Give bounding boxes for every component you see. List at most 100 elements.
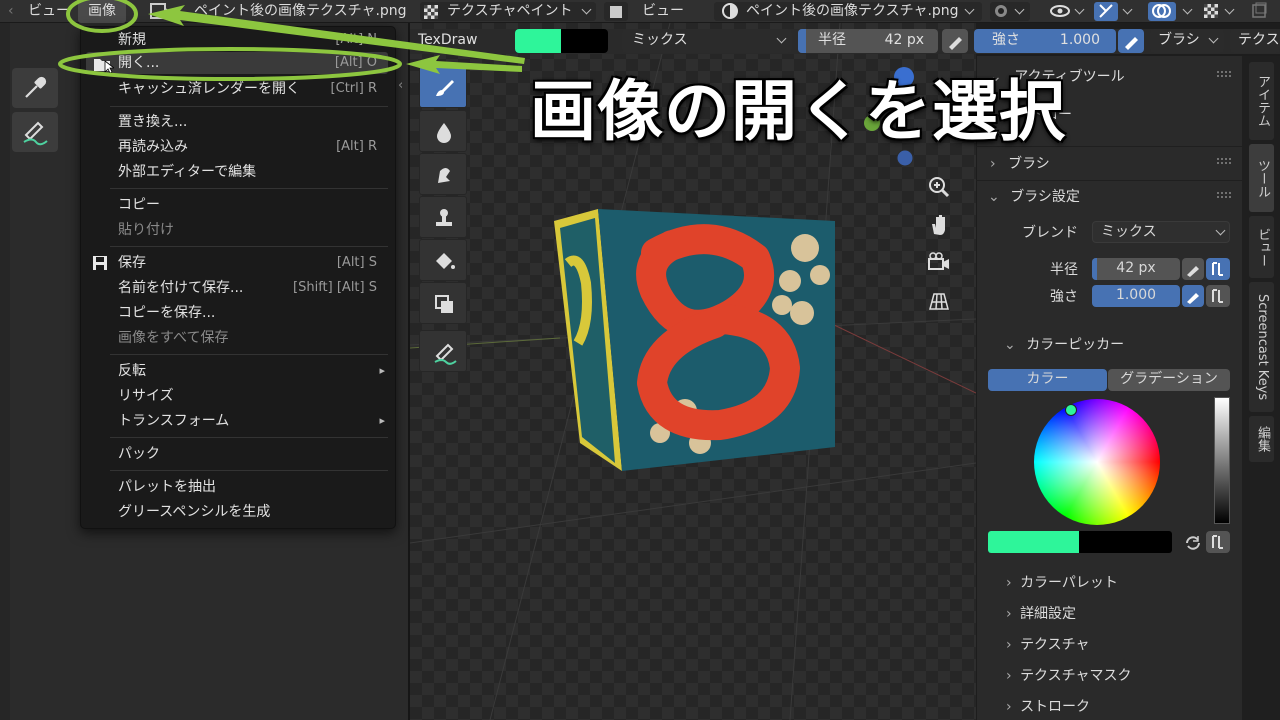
panel-texture[interactable]: › テクスチャ	[1006, 634, 1090, 654]
strength-pressure-sidebar[interactable]	[1182, 285, 1204, 307]
menu-item-new[interactable]: 新規 [Alt] N	[118, 29, 388, 51]
color-unified-toggle[interactable]	[1206, 531, 1230, 553]
strength-value-sidebar: 1.000	[1115, 287, 1157, 303]
stamp-icon	[436, 209, 452, 226]
menu-item-save-copy[interactable]: コピーを保存...	[118, 302, 388, 324]
menu-item-generate-grease-pencil[interactable]: グリースペンシルを生成	[118, 501, 388, 523]
primary-color-swatch[interactable]	[988, 531, 1079, 553]
menu-item-pack[interactable]: パック	[118, 443, 388, 465]
blend-label: ブレンド	[1022, 225, 1078, 241]
gizmo-toggle[interactable]	[1094, 2, 1118, 21]
annotate-tool-button[interactable]	[12, 112, 58, 152]
chevron-right-icon: ›	[1006, 699, 1012, 715]
draw-tool-button[interactable]	[419, 66, 467, 108]
value-slider[interactable]	[1214, 397, 1230, 524]
header-scroll-arrow[interactable]: ‹	[8, 0, 14, 23]
color-swatch[interactable]	[515, 29, 608, 53]
menu-view-left[interactable]: ビュー	[28, 0, 70, 23]
visibility-icon[interactable]	[1048, 2, 1072, 20]
collapse-arrow-icon[interactable]: ‹	[398, 78, 403, 93]
fill-tool-button[interactable]	[419, 239, 467, 281]
menu-item-edit-externally[interactable]: 外部エディターで編集	[118, 161, 388, 183]
panel-advanced[interactable]: › 詳細設定	[1006, 603, 1076, 623]
menu-item-open[interactable]: 開く... [Alt] O	[86, 52, 388, 74]
radius-unit-toggle[interactable]	[1206, 258, 1230, 280]
tab-gradient[interactable]: グラデーション	[1108, 369, 1230, 391]
brush-menu-dropdown[interactable]: ブラシ	[1150, 29, 1224, 53]
menu-item-resize[interactable]: リサイズ	[118, 385, 388, 407]
chevron-down-icon	[1074, 4, 1085, 15]
panel-stroke[interactable]: › ストローク	[1006, 696, 1090, 716]
strength-pressure-button[interactable]	[1118, 29, 1144, 53]
lock-scale-icon	[1212, 262, 1223, 276]
save-icon	[93, 256, 107, 270]
radius-pressure-sidebar[interactable]	[1182, 258, 1204, 280]
menu-item-save-as[interactable]: 名前を付けて保存... [Shift] [Alt] S	[118, 277, 388, 299]
radius-pressure-button[interactable]	[942, 29, 968, 53]
drag-handle-icon[interactable]	[1216, 70, 1232, 78]
tab-view[interactable]: ビュー	[1249, 216, 1274, 278]
tab-edit[interactable]: 編集	[1249, 416, 1274, 462]
tab-tool[interactable]: ツール	[1249, 144, 1274, 212]
xray-icon[interactable]	[1204, 4, 1218, 18]
toggle-button[interactable]	[604, 2, 628, 21]
menu-item-save[interactable]: 保存 [Alt] S	[93, 252, 388, 274]
color-wheel[interactable]	[1034, 399, 1160, 525]
menu-item-label: 新規	[118, 32, 146, 48]
menu-item-open-cached-render[interactable]: キャッシュ済レンダーを開く [Ctrl] R	[118, 78, 388, 100]
menu-item-replace[interactable]: 置き換え...	[118, 111, 388, 133]
menu-item-flip[interactable]: 反転	[118, 360, 388, 382]
panel-brush-settings-header[interactable]: ⌄ ブラシ設定	[988, 186, 1080, 206]
mouse-cursor-icon	[104, 60, 114, 74]
menu-item-extract-palette[interactable]: パレットを抽出	[118, 476, 388, 498]
menu-item-label: パレットを抽出	[118, 479, 216, 495]
strength-slider[interactable]: 強さ 1.000	[974, 29, 1116, 53]
drag-handle-icon[interactable]	[1216, 191, 1232, 199]
menu-item-copy[interactable]: コピー	[118, 194, 388, 216]
color-swatch-sidebar[interactable]	[988, 531, 1172, 553]
strength-field-sidebar[interactable]: 1.000	[1092, 285, 1180, 307]
clone-tool-button[interactable]	[419, 196, 467, 238]
ortho-button[interactable]	[926, 288, 952, 314]
soften-tool-button[interactable]	[419, 110, 467, 152]
texture-title: テクスチャ	[1020, 637, 1090, 653]
sample-tool-button[interactable]	[12, 68, 58, 108]
drag-handle-icon[interactable]	[1216, 157, 1232, 165]
smear-tool-button[interactable]	[419, 153, 467, 195]
panel-brush-header[interactable]: › ブラシ	[990, 153, 1050, 173]
mask-tool-button[interactable]	[419, 282, 467, 324]
blend-mode-dropdown[interactable]: ミックス	[622, 29, 792, 53]
menu-separator	[110, 354, 388, 355]
brush-name-field[interactable]: TexDraw	[418, 29, 510, 53]
panel-color-palette[interactable]: › カラーパレット	[1006, 572, 1118, 592]
image-name-left[interactable]: ペイント後の画像テクスチャ.png	[194, 0, 407, 23]
dot-circle-icon	[995, 5, 1007, 17]
menu-view-right[interactable]: ビュー	[642, 0, 684, 23]
color-wheel-cursor[interactable]	[1065, 404, 1077, 416]
overlay-toggle[interactable]	[1148, 2, 1176, 21]
panel-color-picker-header[interactable]: ⌄ カラーピッカー	[1004, 334, 1124, 354]
image-browse-button[interactable]	[148, 0, 174, 23]
texture-menu-dropdown[interactable]: テクス	[1230, 29, 1280, 53]
menu-item-label: 保存	[118, 255, 146, 271]
primary-color-swatch[interactable]	[515, 29, 561, 53]
annotate-tool-button-vp[interactable]	[419, 330, 467, 372]
pan-button[interactable]	[926, 212, 952, 238]
panel-texture-mask[interactable]: › テクスチャマスク	[1006, 665, 1132, 685]
camera-button[interactable]	[926, 250, 952, 276]
strength-toggle[interactable]	[1206, 285, 1230, 307]
zoom-button[interactable]	[926, 174, 952, 200]
menu-image[interactable]: 画像	[78, 0, 126, 23]
stack-icon[interactable]	[1250, 2, 1268, 20]
texture-menu-label: テクス	[1238, 32, 1280, 48]
radius-field-sidebar[interactable]: 42 px	[1092, 258, 1180, 280]
blend-dropdown[interactable]: ミックス	[1092, 221, 1230, 243]
chevron-down-icon	[1224, 4, 1235, 15]
tab-screencast-keys[interactable]: Screencast Keys	[1249, 282, 1274, 412]
menu-item-reload[interactable]: 再読み込み [Alt] R	[118, 136, 388, 158]
tab-item[interactable]: アイテム	[1249, 62, 1274, 140]
swap-colors-icon[interactable]	[1183, 533, 1203, 553]
tab-color[interactable]: カラー	[988, 369, 1107, 391]
radius-slider[interactable]: 半径 42 px	[798, 29, 938, 53]
menu-item-transform[interactable]: トランスフォーム	[118, 410, 388, 432]
